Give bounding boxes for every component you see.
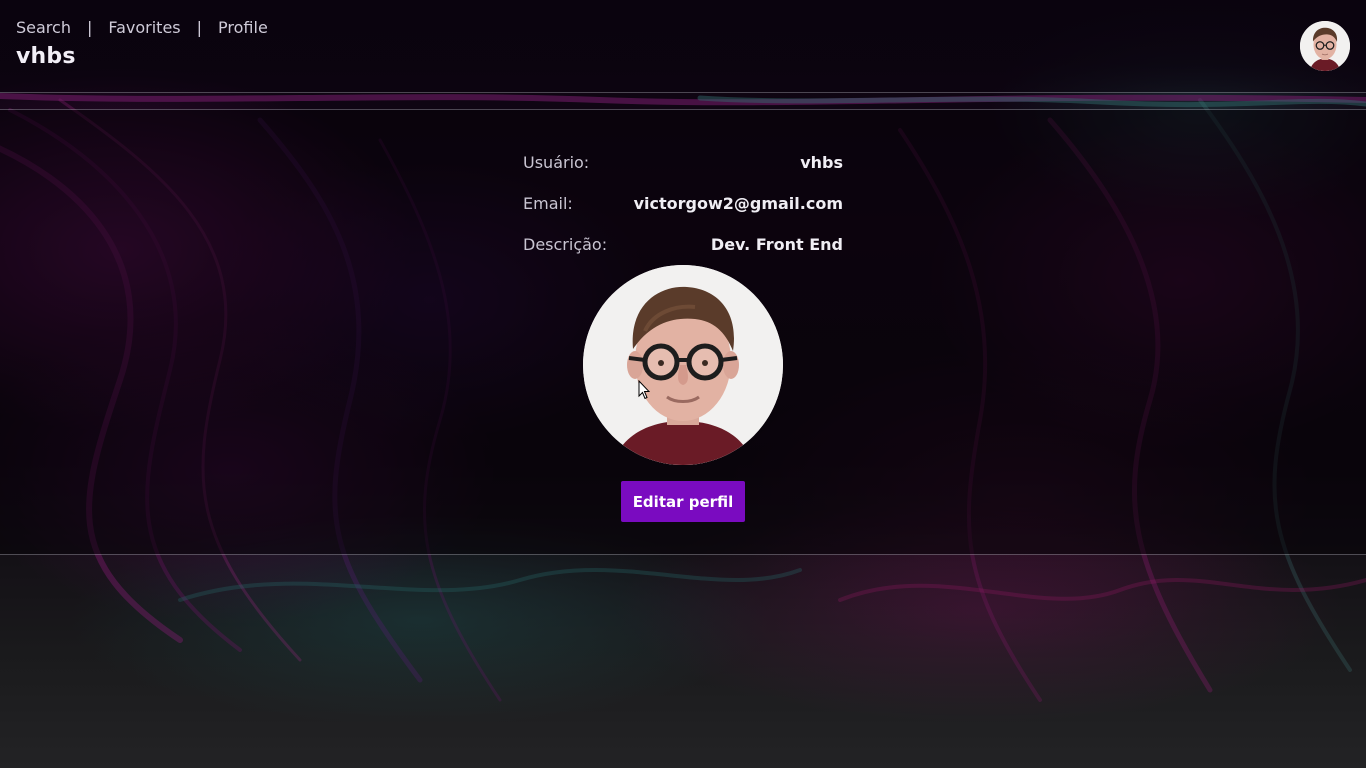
top-header: Search | Favorites | Profile vhbs	[0, 0, 1366, 92]
username-value: vhbs	[800, 153, 843, 172]
description-value: Dev. Front End	[710, 235, 843, 254]
header-avatar[interactable]	[1300, 21, 1350, 71]
nav-link-favorites[interactable]: Favorites	[108, 18, 180, 37]
nav-separator: |	[86, 18, 93, 37]
brand-username: vhbs	[16, 44, 76, 69]
username-row: Usuário: vhbs	[523, 153, 843, 172]
email-label: Email:	[523, 194, 573, 213]
nav-separator: |	[196, 18, 203, 37]
header-divider	[0, 92, 1366, 93]
nav-link-search[interactable]: Search	[16, 18, 71, 37]
edit-profile-button[interactable]: Editar perfil	[621, 481, 745, 522]
profile-photo	[583, 265, 783, 465]
top-nav: Search | Favorites | Profile	[16, 18, 268, 37]
email-value: victorgow2@gmail.com	[633, 194, 843, 213]
username-label: Usuário:	[523, 153, 590, 172]
mouse-pointer-icon	[638, 380, 650, 400]
description-row: Descrição: Dev. Front End	[523, 235, 843, 254]
nav-link-profile[interactable]: Profile	[218, 18, 268, 37]
user-photo-icon	[583, 265, 783, 465]
email-row: Email: victorgow2@gmail.com	[523, 194, 843, 213]
description-label: Descrição:	[523, 235, 608, 254]
user-photo-icon	[1300, 21, 1350, 71]
panel-bottom-divider	[0, 554, 1366, 555]
